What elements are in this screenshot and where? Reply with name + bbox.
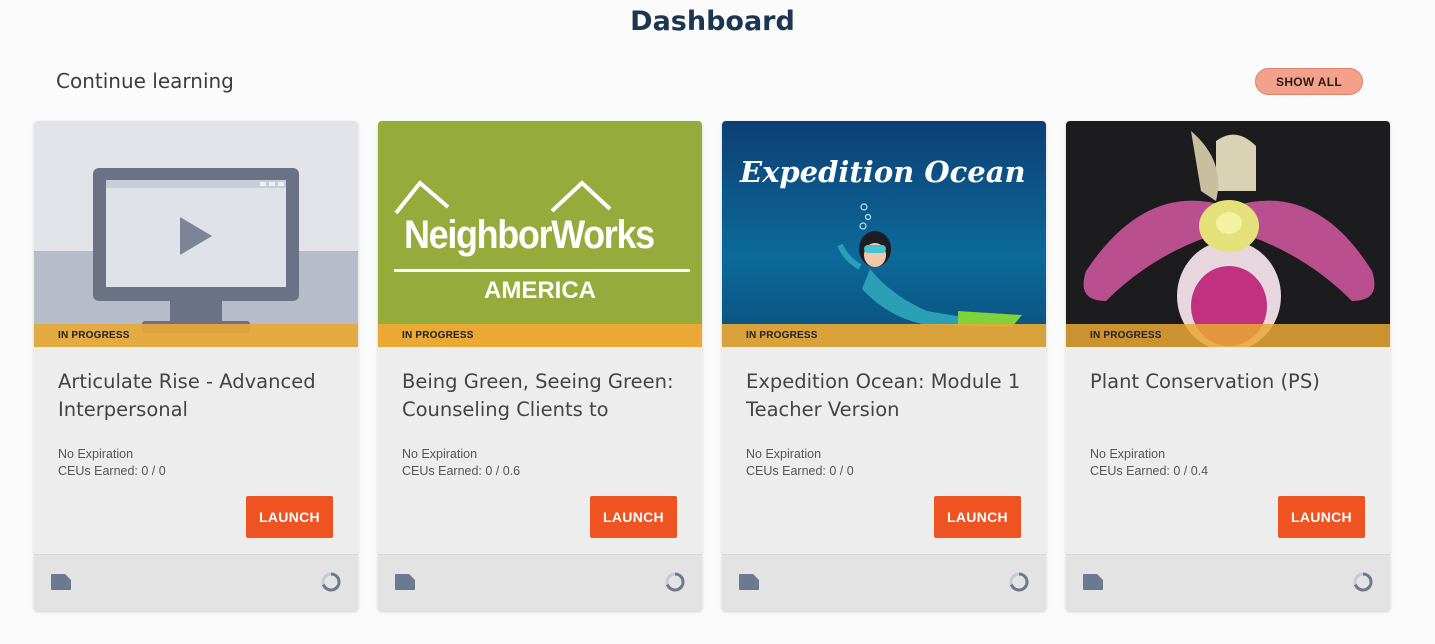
card-footer: [722, 554, 1046, 611]
launch-button[interactable]: LAUNCH: [590, 496, 677, 538]
ceus-text: CEUs Earned: 0 / 0: [58, 464, 166, 478]
expiration-text: No Expiration: [1090, 447, 1166, 461]
image-title-text: Expedition Ocean: [740, 155, 1026, 189]
status-badge: IN PROGRESS: [378, 324, 702, 347]
course-thumbnail[interactable]: IN PROGRESS: [34, 121, 358, 347]
ceus-text: CEUs Earned: 0 / 0: [746, 464, 854, 478]
course-thumbnail[interactable]: NeighborWorks AMERICA IN PROGRESS: [378, 121, 702, 347]
course-meta: No Expiration CEUs Earned: 0 / 0: [58, 446, 166, 480]
card-footer: [378, 554, 702, 611]
course-title[interactable]: Articulate Rise - Advanced Interpersonal: [58, 368, 338, 426]
label-tag-icon[interactable]: [738, 573, 760, 591]
course-thumbnail[interactable]: Expedition Ocean IN PROGRESS: [722, 121, 1046, 347]
course-card: Expedition Ocean IN PROGRESS Expedition …: [722, 121, 1046, 611]
course-card: IN PROGRESS Articulate Rise - Advanced I…: [34, 121, 358, 611]
course-card: IN PROGRESS Plant Conservation (PS) No E…: [1066, 121, 1390, 611]
course-title[interactable]: Plant Conservation (PS): [1090, 368, 1370, 426]
page-title: Dashboard: [630, 6, 795, 37]
course-card: NeighborWorks AMERICA IN PROGRESS Being …: [378, 121, 702, 611]
status-badge: IN PROGRESS: [722, 324, 1046, 347]
logo-text: NeighborWorks: [404, 213, 655, 257]
launch-button[interactable]: LAUNCH: [1278, 496, 1365, 538]
progress-ring-icon[interactable]: [1352, 571, 1374, 593]
continue-learning-heading: Continue learning: [56, 69, 234, 93]
progress-ring-icon[interactable]: [320, 571, 342, 593]
card-footer: [1066, 554, 1390, 611]
video-placeholder-icon: [34, 121, 358, 347]
launch-button[interactable]: LAUNCH: [934, 496, 1021, 538]
logo-subtext: AMERICA: [484, 277, 596, 304]
label-tag-icon[interactable]: [50, 573, 72, 591]
progress-ring-icon[interactable]: [1008, 571, 1030, 593]
course-title[interactable]: Being Green, Seeing Green: Counseling Cl…: [402, 368, 682, 426]
orchid-photo-icon: [1066, 121, 1390, 347]
expiration-text: No Expiration: [746, 447, 822, 461]
expiration-text: No Expiration: [402, 447, 478, 461]
course-meta: No Expiration CEUs Earned: 0 / 0.4: [1090, 446, 1208, 480]
progress-ring-icon[interactable]: [664, 571, 686, 593]
ceus-text: CEUs Earned: 0 / 0.4: [1090, 464, 1209, 478]
label-tag-icon[interactable]: [1082, 573, 1104, 591]
card-footer: [34, 554, 358, 611]
show-all-button[interactable]: SHOW ALL: [1255, 68, 1363, 95]
course-thumbnail[interactable]: IN PROGRESS: [1066, 121, 1390, 347]
status-badge: IN PROGRESS: [34, 324, 358, 347]
course-title[interactable]: Expedition Ocean: Module 1 Teacher Versi…: [746, 368, 1026, 426]
status-badge: IN PROGRESS: [1066, 324, 1390, 347]
course-meta: No Expiration CEUs Earned: 0 / 0.6: [402, 446, 520, 480]
ceus-text: CEUs Earned: 0 / 0.6: [402, 464, 521, 478]
course-meta: No Expiration CEUs Earned: 0 / 0: [746, 446, 854, 480]
expiration-text: No Expiration: [58, 447, 134, 461]
launch-button[interactable]: LAUNCH: [246, 496, 333, 538]
label-tag-icon[interactable]: [394, 573, 416, 591]
